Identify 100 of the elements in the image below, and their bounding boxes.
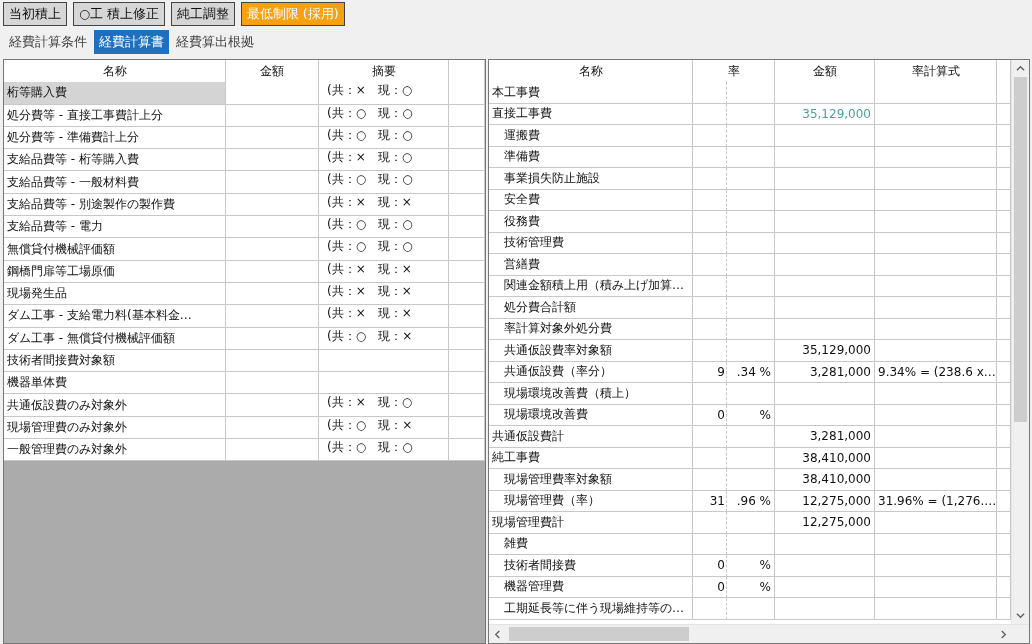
table-cell (693, 340, 727, 362)
table-cell (693, 146, 727, 168)
table-cell[interactable]: 技術者間接費対象額 (4, 349, 226, 373)
table-cell: (共：× 現：○ (319, 82, 449, 105)
table-cell: 技術者間接費 (489, 555, 693, 577)
table-cell: 現場環境改善費（積上） (489, 383, 693, 405)
table-cell: % (727, 576, 775, 598)
table-cell: (共：○ 現：× (319, 416, 449, 440)
table-cell (997, 426, 1011, 448)
table-cell (449, 126, 485, 150)
table-cell (693, 598, 727, 620)
table-cell: 0 (693, 404, 727, 426)
table-cell: 共通仮設費計 (489, 426, 693, 448)
table-cell (997, 576, 1011, 598)
table-cell: 関連金額積上用（積み上げ加算… (489, 275, 693, 297)
table-cell: 処分費合計額 (489, 297, 693, 319)
table-cell (727, 254, 775, 276)
table-cell (727, 469, 775, 491)
scroll-up-icon[interactable] (1016, 64, 1025, 73)
table-cell: 営繕費 (489, 254, 693, 276)
table-cell[interactable]: ダム工事 - 無償貸付機械評価額 (4, 327, 226, 350)
table-cell: 純工事費 (489, 447, 693, 469)
horizontal-scrollbar[interactable] (489, 624, 1029, 643)
tab[interactable]: 経費計算条件 (4, 30, 92, 54)
table-cell[interactable]: 無償貸付機械評価額 (4, 238, 226, 261)
table-cell: 共通仮設費率対象額 (489, 340, 693, 362)
table-cell: (共：× 現：○ (319, 149, 449, 172)
table-cell (449, 82, 485, 105)
toolbar-button[interactable]: ○工 積上修正 (73, 2, 165, 26)
table-cell (997, 211, 1011, 233)
scroll-down-icon[interactable] (1016, 611, 1025, 620)
table-cell (693, 469, 727, 491)
table-cell (693, 275, 727, 297)
table-cell (997, 533, 1011, 555)
toolbar-button[interactable]: 当初積上 (3, 2, 67, 26)
table-cell: 安全費 (489, 189, 693, 211)
table-cell (997, 340, 1011, 362)
table-cell: (共：× 現：× (319, 193, 449, 217)
table-cell: 0 (693, 555, 727, 577)
table-cell[interactable]: 処分費等 - 直接工事費計上分 (4, 104, 226, 127)
table-cell[interactable]: 鋼橋門扉等工場原価 (4, 260, 226, 283)
table-cell[interactable]: 一般管理費のみ対象外 (4, 439, 226, 462)
table-cell (449, 216, 485, 239)
table-cell: (共：○ 現：○ (319, 216, 449, 239)
table-cell (727, 189, 775, 211)
table-cell (727, 168, 775, 190)
table-cell: 機器管理費 (489, 576, 693, 598)
table-cell: 役務費 (489, 211, 693, 233)
table-cell (997, 404, 1011, 426)
table-cell: 31.96% = (1,276.… (875, 490, 997, 512)
table-cell: 35,129,000 (775, 103, 875, 125)
table-cell[interactable]: 現場管理費のみ対象外 (4, 416, 226, 440)
table-cell: % (727, 404, 775, 426)
scroll-thumb[interactable] (509, 627, 689, 641)
table-cell (727, 125, 775, 147)
table-cell (693, 103, 727, 125)
toolbar-button[interactable]: 純工調整 (170, 2, 235, 26)
vertical-scrollbar[interactable] (1011, 60, 1029, 624)
scroll-thumb[interactable] (1014, 77, 1027, 422)
table-cell[interactable]: 現場発生品 (4, 282, 226, 306)
table-cell (727, 426, 775, 448)
table-cell (997, 189, 1011, 211)
table-cell: 直接工事費 (489, 103, 693, 125)
table-cell (449, 149, 485, 172)
table-cell[interactable]: 支給品費等 - 別途製作の製作費 (4, 193, 226, 217)
table-cell (997, 598, 1011, 620)
table-cell: .34 % (727, 361, 775, 383)
table-cell: 技術管理費 (489, 232, 693, 254)
tab[interactable]: 経費計算書 (94, 30, 169, 54)
scroll-right-icon[interactable] (999, 629, 1008, 639)
table-cell (693, 297, 727, 319)
table-cell: 9 (693, 361, 727, 383)
table-cell (693, 426, 727, 448)
scroll-left-icon[interactable] (493, 629, 502, 639)
table-cell (727, 275, 775, 297)
table-cell (997, 168, 1011, 190)
table-cell[interactable]: 共通仮設費のみ対象外 (4, 394, 226, 417)
table-cell[interactable]: 支給品費等 - 電力 (4, 216, 226, 239)
table-cell (997, 447, 1011, 469)
table-cell: 9.34% = (238.6 x… (875, 361, 997, 383)
table-cell (997, 383, 1011, 405)
table-cell (693, 447, 727, 469)
table-cell (727, 383, 775, 405)
table-cell: (共：○ 現：× (319, 327, 449, 350)
table-cell[interactable]: 支給品費等 - 一般材料費 (4, 171, 226, 194)
table-cell[interactable]: 桁等購入費 (4, 82, 226, 105)
table-cell[interactable]: 支給品費等 - 桁等購入費 (4, 149, 226, 172)
table-cell: 35,129,000 (775, 340, 875, 362)
table-cell (997, 361, 1011, 383)
table-cell[interactable]: 処分費等 - 準備費計上分 (4, 126, 226, 150)
table-cell (693, 254, 727, 276)
tab[interactable]: 経費算出根拠 (171, 30, 259, 54)
table-cell (997, 469, 1011, 491)
table-cell (449, 104, 485, 127)
table-cell (449, 394, 485, 417)
table-cell (997, 512, 1011, 534)
table-cell[interactable]: 機器単体費 (4, 372, 226, 395)
table-cell[interactable]: ダム工事 - 支給電力料(基本料金… (4, 305, 226, 328)
table-cell: 12,275,000 (775, 512, 875, 534)
table-cell (997, 146, 1011, 168)
